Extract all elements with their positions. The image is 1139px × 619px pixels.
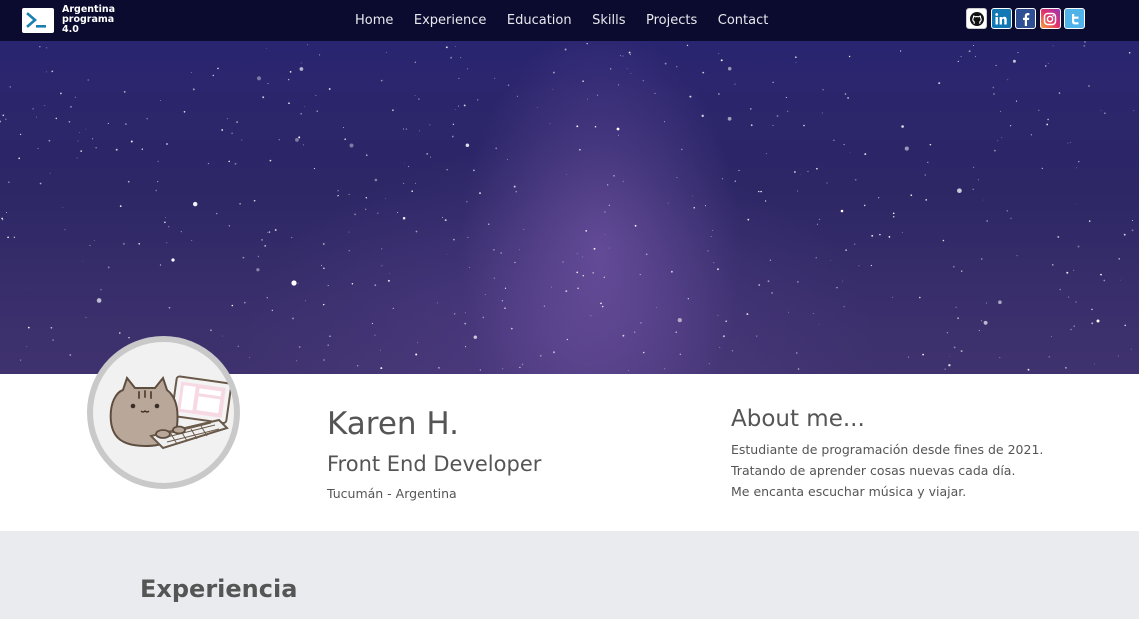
nav-links: Home Experience Education Skills Project… <box>355 0 789 41</box>
pusheen-cat-laptop-icon <box>109 375 233 450</box>
section-title-experience: Experiencia <box>140 575 298 603</box>
instagram-icon[interactable] <box>1039 8 1061 29</box>
linkedin-icon[interactable] <box>990 8 1012 29</box>
nav-experience[interactable]: Experience <box>414 13 487 28</box>
terminal-prompt-icon <box>22 7 54 33</box>
social-links <box>966 8 1089 29</box>
twitter-icon[interactable] <box>1064 8 1085 29</box>
nav-projects[interactable]: Projects <box>646 13 697 28</box>
profile-role: Front End Developer <box>327 452 542 476</box>
avatar <box>87 336 240 489</box>
brand-name: Argentina programa 4.0 <box>62 5 122 35</box>
hero-banner-starry-sky <box>0 41 1139 374</box>
experience-section: Experiencia <box>0 531 1139 619</box>
nav-home[interactable]: Home <box>355 13 393 28</box>
about-title: About me... <box>731 406 865 432</box>
profile-location: Tucumán - Argentina <box>327 486 457 501</box>
github-icon[interactable] <box>966 8 987 29</box>
nav-skills[interactable]: Skills <box>592 13 625 28</box>
facebook-icon[interactable] <box>1015 8 1036 29</box>
nav-contact[interactable]: Contact <box>718 13 769 28</box>
brand-line-3: 4.0 <box>62 24 79 35</box>
about-line: Tratando de aprender cosas nuevas cada d… <box>731 463 1016 478</box>
navbar: Argentina programa 4.0 Home Experience E… <box>0 0 1139 41</box>
brand-logo[interactable]: Argentina programa 4.0 <box>22 5 122 35</box>
profile-name: Karen H. <box>327 406 460 442</box>
about-line: Me encanta escuchar música y viajar. <box>731 484 967 499</box>
nav-education[interactable]: Education <box>507 13 572 28</box>
about-line: Estudiante de programación desde fines d… <box>731 442 1044 457</box>
